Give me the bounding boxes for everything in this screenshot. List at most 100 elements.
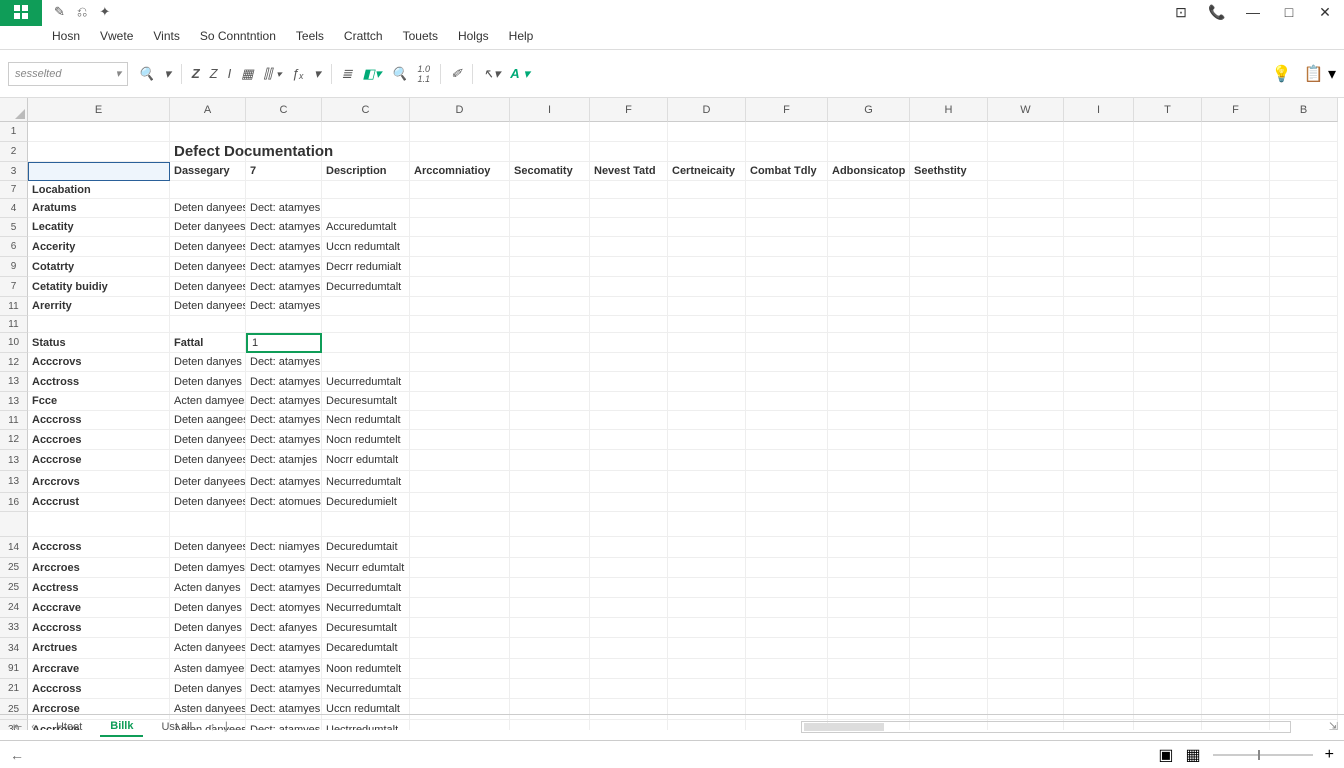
- cell[interactable]: [1202, 162, 1270, 181]
- cell[interactable]: [1270, 450, 1338, 471]
- cell[interactable]: [1064, 277, 1134, 297]
- cell[interactable]: [746, 537, 828, 558]
- cell[interactable]: [910, 450, 988, 471]
- menu-item[interactable]: Crattch: [344, 29, 383, 43]
- cell[interactable]: Nocn redumtelt: [322, 430, 410, 450]
- cell[interactable]: [910, 199, 988, 218]
- save-icon[interactable]: ✎: [54, 4, 65, 20]
- cell[interactable]: Necurredumtalt: [322, 471, 410, 493]
- cell[interactable]: [1202, 333, 1270, 353]
- cell[interactable]: [510, 181, 590, 199]
- cell[interactable]: Deten danyees: [170, 277, 246, 297]
- cell[interactable]: [510, 277, 590, 297]
- cell[interactable]: Lecatity: [28, 218, 170, 237]
- cell[interactable]: [590, 512, 668, 537]
- cell[interactable]: Necurredumtalt: [322, 679, 410, 699]
- row-header[interactable]: 14: [0, 537, 28, 558]
- cursor-icon[interactable]: ↖▾: [483, 66, 500, 82]
- cell[interactable]: [828, 430, 910, 450]
- cell[interactable]: [590, 316, 668, 333]
- row-header[interactable]: 21: [0, 679, 28, 699]
- cell[interactable]: Dect: atomyes: [246, 598, 322, 618]
- cell[interactable]: Decurredumtalt: [322, 277, 410, 297]
- cell[interactable]: Deter danyees: [170, 218, 246, 237]
- cell[interactable]: [988, 162, 1064, 181]
- cell[interactable]: [590, 638, 668, 659]
- row-header[interactable]: 13: [0, 471, 28, 493]
- cell[interactable]: [410, 493, 510, 512]
- cell[interactable]: [1270, 142, 1338, 162]
- cell[interactable]: [1202, 199, 1270, 218]
- cell[interactable]: [668, 237, 746, 257]
- cell[interactable]: [1134, 237, 1202, 257]
- cell[interactable]: [988, 392, 1064, 411]
- cell[interactable]: [1064, 471, 1134, 493]
- cell[interactable]: Deten danyees: [170, 493, 246, 512]
- cell[interactable]: [910, 297, 988, 316]
- cell[interactable]: Defect Documentation: [170, 142, 390, 162]
- grid[interactable]: EACCDIFDFGHWITFB 12374569711111012131311…: [0, 98, 1344, 730]
- cell[interactable]: [590, 353, 668, 372]
- cell[interactable]: [828, 181, 910, 199]
- cell[interactable]: [1064, 122, 1134, 142]
- cell[interactable]: [410, 598, 510, 618]
- column-header[interactable]: G: [828, 98, 910, 122]
- cell[interactable]: [746, 316, 828, 333]
- cell[interactable]: [910, 372, 988, 392]
- cell[interactable]: [668, 430, 746, 450]
- cell[interactable]: [590, 578, 668, 598]
- cell[interactable]: [988, 471, 1064, 493]
- cell[interactable]: [1202, 181, 1270, 199]
- cell[interactable]: [1064, 181, 1134, 199]
- cell[interactable]: [988, 297, 1064, 316]
- cell[interactable]: [410, 618, 510, 638]
- cell[interactable]: [910, 578, 988, 598]
- cell[interactable]: [1064, 512, 1134, 537]
- cell[interactable]: [410, 372, 510, 392]
- cell[interactable]: [590, 537, 668, 558]
- cell[interactable]: [1134, 122, 1202, 142]
- row-header[interactable]: 4: [0, 199, 28, 218]
- cell[interactable]: [1064, 162, 1134, 181]
- cell[interactable]: [410, 512, 510, 537]
- row-header[interactable]: 33: [0, 618, 28, 638]
- cell[interactable]: [1270, 392, 1338, 411]
- select-all-corner[interactable]: [0, 98, 28, 122]
- cell[interactable]: [668, 618, 746, 638]
- row-header[interactable]: 16: [0, 493, 28, 512]
- cell[interactable]: Decrr redumialt: [322, 257, 410, 277]
- row-header[interactable]: 11: [0, 297, 28, 316]
- cell[interactable]: [1270, 537, 1338, 558]
- row-header[interactable]: 91: [0, 659, 28, 679]
- cell[interactable]: [510, 578, 590, 598]
- cell[interactable]: [510, 618, 590, 638]
- cell[interactable]: Acctress: [28, 578, 170, 598]
- cell[interactable]: [746, 218, 828, 237]
- cell[interactable]: [746, 411, 828, 430]
- row-header[interactable]: 13: [0, 392, 28, 411]
- cell[interactable]: [246, 122, 322, 142]
- cell[interactable]: [910, 430, 988, 450]
- cell[interactable]: [1064, 430, 1134, 450]
- cell[interactable]: [410, 411, 510, 430]
- paint-icon[interactable]: ◧▾: [362, 66, 381, 82]
- cell[interactable]: Dect: atomues: [246, 493, 322, 512]
- cell[interactable]: [510, 122, 590, 142]
- cell[interactable]: [668, 277, 746, 297]
- cell[interactable]: [988, 257, 1064, 277]
- column-header[interactable]: C: [322, 98, 410, 122]
- cell[interactable]: [668, 450, 746, 471]
- cell[interactable]: Asten damyees: [170, 659, 246, 679]
- cell[interactable]: [1270, 638, 1338, 659]
- cell[interactable]: [510, 297, 590, 316]
- cell[interactable]: Acten danyes: [170, 578, 246, 598]
- cell[interactable]: Dect: atamyes: [246, 237, 322, 257]
- cell[interactable]: [590, 493, 668, 512]
- cell[interactable]: [28, 122, 170, 142]
- cell[interactable]: [1202, 638, 1270, 659]
- cell[interactable]: [746, 450, 828, 471]
- cell[interactable]: [1134, 659, 1202, 679]
- cell[interactable]: [910, 638, 988, 659]
- column-header[interactable]: A: [170, 98, 246, 122]
- cell[interactable]: [828, 450, 910, 471]
